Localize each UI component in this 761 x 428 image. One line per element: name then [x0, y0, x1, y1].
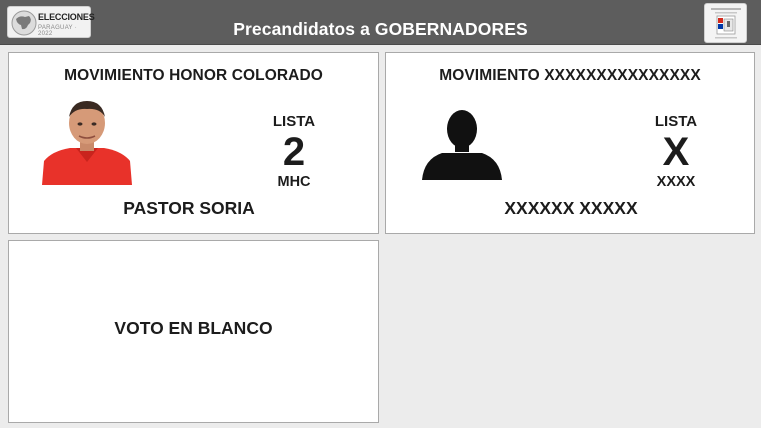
- list-number: 2: [282, 130, 306, 174]
- candidate-name: XXXXXX XXXXX: [504, 198, 638, 218]
- tsje-emblem-icon: [711, 8, 741, 39]
- movement-name: MOVIMIENTO HONOR COLORADO: [64, 67, 323, 84]
- list-label: LISTA: [272, 113, 316, 130]
- header-bar: ELECCIONES PARAGUAY · 2022 Precandidatos…: [0, 0, 761, 45]
- list-acronym: MHC: [277, 174, 311, 190]
- list-block: LISTA X XXXX: [636, 113, 716, 190]
- candidate-name: PASTOR SORIA: [123, 198, 255, 218]
- tsje-logo: [704, 3, 747, 43]
- candidate-photo: [42, 99, 132, 185]
- list-label: LISTA: [654, 113, 698, 130]
- blank-vote-card[interactable]: VOTO EN BLANCO: [8, 240, 379, 423]
- blank-vote-label: VOTO EN BLANCO: [114, 318, 273, 338]
- movement-name: MOVIMIENTO XXXXXXXXXXXXXXX: [439, 67, 701, 84]
- list-acronym: XXXX: [656, 174, 696, 190]
- silhouette-icon: [422, 109, 502, 180]
- candidate-card-mhc[interactable]: MOVIMIENTO HONOR COLORADO LISTA 2 MHC PA…: [8, 52, 379, 234]
- list-block: LISTA 2 MHC: [254, 113, 334, 190]
- list-number: X: [662, 130, 690, 174]
- page-title: Precandidatos a GOBERNADORES: [233, 19, 528, 39]
- candidate-card-placeholder[interactable]: MOVIMIENTO XXXXXXXXXXXXXXX LISTA X XXXX …: [385, 52, 755, 234]
